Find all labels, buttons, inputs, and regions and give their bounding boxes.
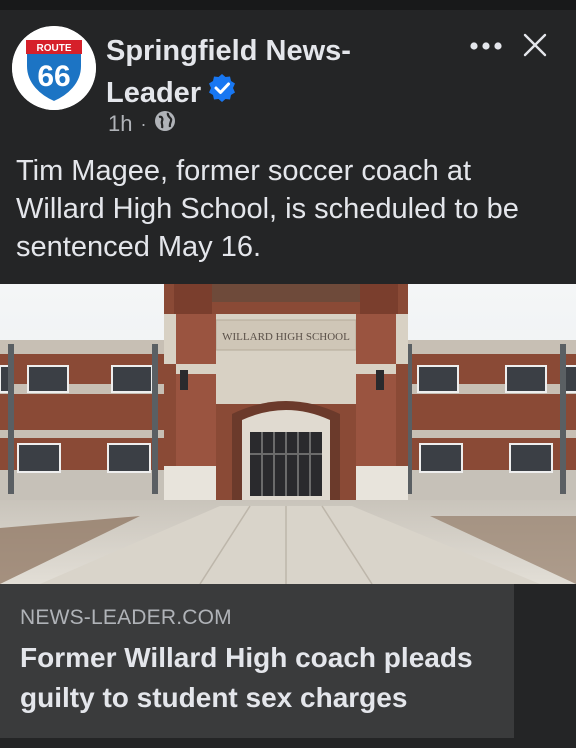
page-name-link[interactable]: Springfield News-Leader	[106, 30, 406, 115]
more-options-button[interactable]	[466, 34, 506, 58]
post-header: ROUTE 66 Springfield News-Leader 1h ·	[0, 10, 576, 148]
route-66-logo-icon: ROUTE 66	[12, 26, 96, 110]
meta-separator: ·	[140, 113, 147, 134]
page-avatar[interactable]: ROUTE 66	[12, 26, 96, 110]
close-button[interactable]	[520, 30, 550, 60]
globe-icon	[154, 110, 176, 138]
logo-sign-number: 66	[37, 60, 70, 93]
school-sign-text: WILLARD HIGH SCHOOL	[222, 331, 350, 343]
post-message: Tim Magee, former soccer coach at Willar…	[16, 155, 519, 263]
card-side-space	[514, 584, 576, 738]
verified-badge-icon	[207, 73, 237, 115]
close-icon	[523, 33, 547, 57]
top-divider	[0, 0, 576, 10]
link-preview-card[interactable]: NEWS-LEADER.COM Former Willard High coac…	[0, 584, 514, 738]
post-timestamp[interactable]: 1h	[108, 111, 132, 137]
logo-sign-top: ROUTE	[37, 43, 72, 54]
more-options-icon	[470, 42, 502, 50]
link-domain: NEWS-LEADER.COM	[20, 606, 232, 629]
post-meta: 1h ·	[108, 110, 176, 138]
post-photo[interactable]: WILLARD HIGH SCHOOL	[0, 284, 576, 584]
school-building-image: WILLARD HIGH SCHOOL	[0, 284, 576, 584]
link-title[interactable]: Former Willard High coach pleads guilty …	[20, 638, 510, 718]
